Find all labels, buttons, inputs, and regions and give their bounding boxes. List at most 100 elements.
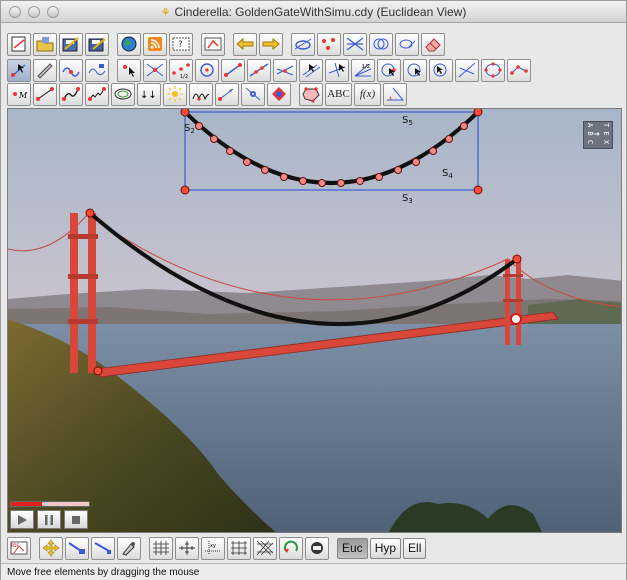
fine-grid-button[interactable]	[227, 536, 251, 560]
floor-button[interactable]	[241, 82, 265, 106]
elliptic-view-button[interactable]: Ell	[403, 537, 427, 559]
deck-point-right[interactable]	[510, 313, 522, 325]
snap-grid-button[interactable]: xy	[201, 536, 225, 560]
gravity-button[interactable]: ↓↓↓	[137, 82, 161, 106]
help-button[interactable]: ?	[169, 32, 193, 56]
chain-mass[interactable]	[394, 166, 402, 174]
new-button[interactable]	[7, 32, 31, 56]
chain-mass[interactable]	[375, 173, 383, 181]
polygon-button[interactable]	[507, 58, 531, 82]
chain-mass[interactable]	[445, 135, 453, 143]
pause-button[interactable]	[37, 510, 61, 529]
zoom-out-button[interactable]	[91, 536, 115, 560]
chain-mass[interactable]	[318, 179, 326, 187]
polygon-mass-button[interactable]	[299, 82, 323, 106]
select-points-button[interactable]	[317, 32, 341, 56]
chain-mass[interactable]	[195, 122, 203, 130]
rect-corner-bottom-right[interactable]	[473, 185, 483, 195]
mass-button[interactable]: M	[7, 82, 31, 106]
save-as-button[interactable]	[85, 32, 109, 56]
circle-by-radius-button[interactable]	[403, 58, 427, 82]
cable-point-left[interactable]	[85, 208, 95, 218]
snapshot-button[interactable]	[117, 536, 141, 560]
foreground-trees	[389, 502, 542, 532]
animation-speed-slider[interactable]	[10, 501, 90, 507]
text-info-icon[interactable]: A B C → T E X	[583, 121, 613, 149]
add-point-button[interactable]	[117, 58, 141, 82]
move-tool-button[interactable]	[7, 58, 31, 82]
deck-point-left[interactable]	[93, 366, 103, 376]
circle-path-button[interactable]	[59, 58, 83, 82]
axes-button[interactable]	[175, 536, 199, 560]
measure-button[interactable]	[201, 32, 225, 56]
grid-button[interactable]	[149, 536, 173, 560]
web-export-button[interactable]	[117, 32, 141, 56]
angle-bisector-button[interactable]: 1/2	[351, 58, 375, 82]
chain-mass[interactable]	[299, 177, 307, 185]
bouncer-button[interactable]	[267, 82, 291, 106]
parallel-button[interactable]	[299, 58, 323, 82]
rss-button[interactable]	[143, 32, 167, 56]
bungee-button[interactable]	[85, 82, 109, 106]
function-button[interactable]: f(x)	[354, 82, 381, 106]
triangular-grid-button[interactable]	[253, 536, 277, 560]
velocity-icon	[218, 88, 234, 101]
chain-mass[interactable]	[226, 147, 234, 155]
select-circles-button[interactable]	[369, 32, 393, 56]
chain-mass[interactable]	[337, 179, 345, 187]
pen-tool-button[interactable]	[33, 58, 57, 82]
tangent-button[interactable]	[455, 58, 479, 82]
pan-button[interactable]	[39, 536, 63, 560]
coil-button[interactable]	[111, 82, 135, 106]
compass-button[interactable]	[429, 58, 453, 82]
chain-mass[interactable]	[243, 158, 251, 166]
cable-point-right[interactable]	[512, 254, 522, 264]
eraser-button[interactable]	[421, 32, 445, 56]
rect-corner-bottom-left[interactable]	[180, 185, 190, 195]
stop-button[interactable]	[64, 510, 88, 529]
zoom-in-button[interactable]	[65, 536, 89, 560]
line-button[interactable]	[247, 58, 271, 82]
rubber-band-button[interactable]	[59, 82, 83, 106]
euclidean-view-button[interactable]: Euc	[337, 537, 368, 559]
chain-mass[interactable]	[210, 135, 218, 143]
rect-corner-top-left[interactable]	[180, 109, 190, 117]
select-lines-button[interactable]	[343, 32, 367, 56]
canvas-drawing[interactable]: S2 S5 S4 S3	[8, 109, 622, 533]
select-conics-button[interactable]	[291, 32, 315, 56]
conic-5p-button[interactable]	[481, 58, 505, 82]
geometry-angle-button[interactable]	[383, 82, 407, 106]
ray-button[interactable]	[273, 58, 297, 82]
text-button[interactable]: ABC	[325, 82, 352, 106]
save-button[interactable]	[59, 32, 83, 56]
chain-mass[interactable]	[356, 177, 364, 185]
transform-button[interactable]	[85, 58, 109, 82]
chain-mass[interactable]	[280, 173, 288, 181]
open-button[interactable]	[33, 32, 57, 56]
script-button[interactable]	[305, 536, 329, 560]
point-on-circle-button[interactable]	[377, 58, 401, 82]
triangular-grid-icon	[256, 540, 274, 556]
select-all-button[interactable]	[395, 32, 419, 56]
magnet-button[interactable]	[189, 82, 213, 106]
rotate-button[interactable]	[279, 536, 303, 560]
perpendicular-button[interactable]	[325, 58, 349, 82]
sun-button[interactable]	[163, 82, 187, 106]
chain-mass[interactable]	[261, 166, 269, 174]
chain-mass[interactable]	[412, 158, 420, 166]
velocity-button[interactable]	[215, 82, 239, 106]
geometry-canvas[interactable]: S2 S5 S4 S3 A B C → T E X	[7, 108, 622, 533]
chain-mass[interactable]	[429, 147, 437, 155]
rect-corner-top-right[interactable]	[473, 109, 483, 117]
chain-mass[interactable]	[460, 122, 468, 130]
intersection-button[interactable]	[143, 58, 167, 82]
midpoint-button[interactable]: 1/2	[169, 58, 193, 82]
hyperbolic-view-button[interactable]: Hyp	[369, 537, 402, 559]
spring-button[interactable]	[33, 82, 57, 106]
play-button[interactable]	[10, 510, 34, 529]
redo-button[interactable]	[259, 32, 283, 56]
pdf-export-button[interactable]: PDF	[7, 536, 31, 560]
segment-button[interactable]	[221, 58, 245, 82]
undo-button[interactable]	[233, 32, 257, 56]
circle-button[interactable]	[195, 58, 219, 82]
